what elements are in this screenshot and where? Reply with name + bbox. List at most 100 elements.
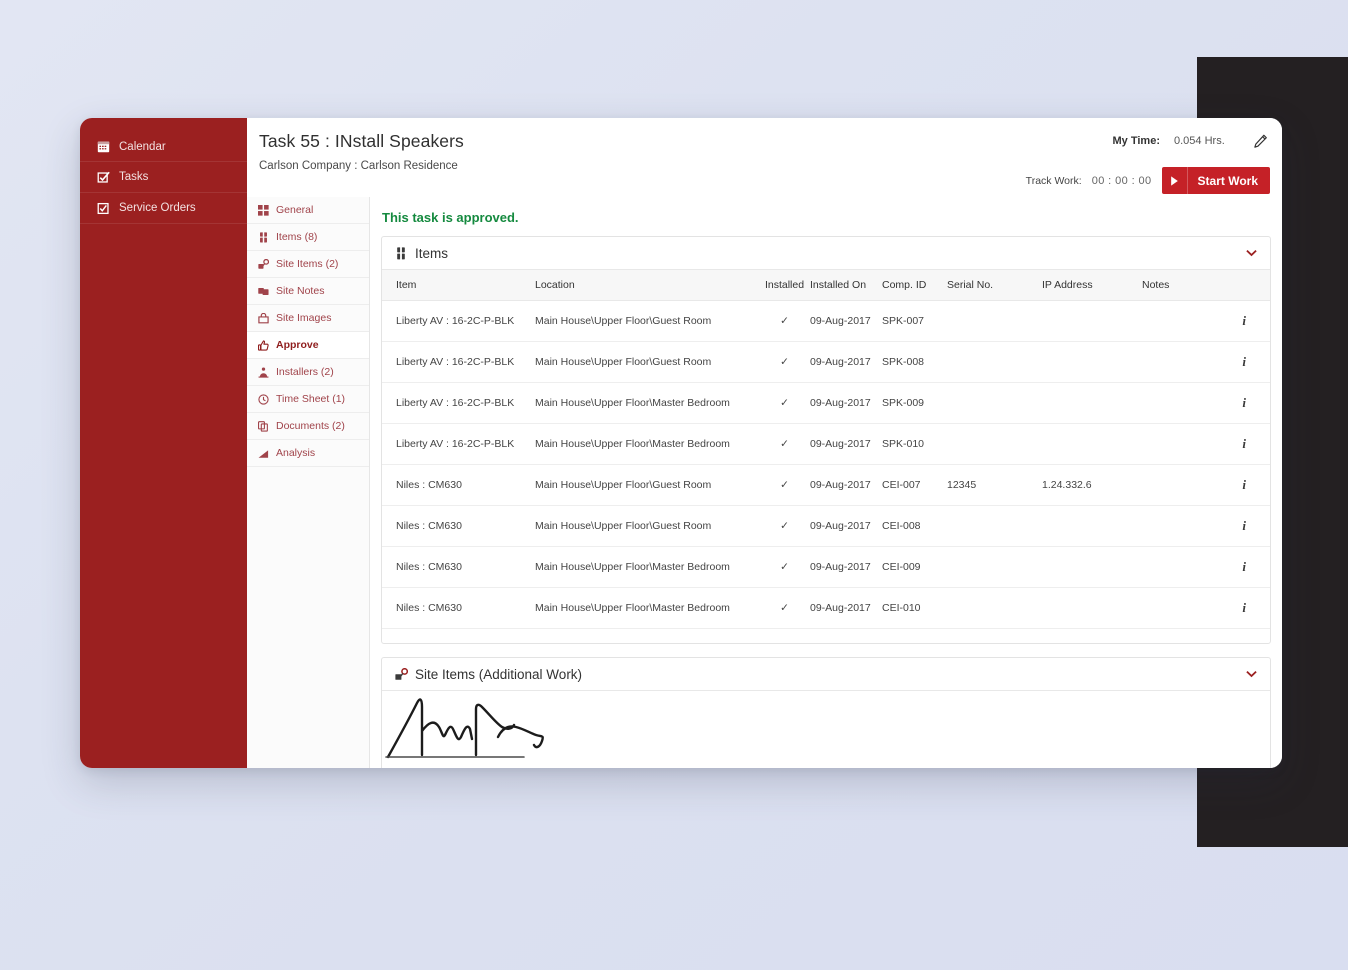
cell-serial-no — [947, 300, 1042, 342]
tab-general[interactable]: General — [247, 197, 369, 224]
cell-ip-address — [1042, 382, 1142, 424]
tab-approve[interactable]: Approve — [247, 332, 369, 359]
cell-ip-address — [1042, 587, 1142, 629]
table-row[interactable]: Niles : CM630 Main House\Upper Floor\Mas… — [382, 546, 1270, 588]
cell-location: Main House\Upper Floor\Guest Room — [535, 341, 763, 383]
sidebar-item-service-orders[interactable]: Service Orders — [80, 193, 247, 224]
info-icon[interactable]: i — [1242, 559, 1246, 574]
start-work-button[interactable]: Start Work — [1161, 167, 1270, 194]
cell-ip-address — [1042, 505, 1142, 547]
cell-serial-no — [947, 587, 1042, 629]
my-time-label: My Time: — [1112, 135, 1160, 147]
installer-icon — [258, 366, 269, 378]
cell-ip-address — [1042, 423, 1142, 465]
info-icon[interactable]: i — [1242, 354, 1246, 369]
sidebar-item-tasks[interactable]: Tasks — [80, 162, 247, 193]
cell-notes: i — [1142, 341, 1270, 383]
cell-installed-on: 09-Aug-2017 — [810, 300, 882, 342]
cell-comp-id: SPK-010 — [882, 423, 947, 465]
tab-site-notes[interactable]: Site Notes — [247, 278, 369, 305]
cell-installed: ✓ — [763, 300, 810, 342]
cell-notes: i — [1142, 382, 1270, 424]
table-row[interactable]: Liberty AV : 16-2C-P-BLK Main House\Uppe… — [382, 382, 1270, 424]
tab-site-items[interactable]: Site Items (2) — [247, 251, 369, 278]
tab-label: Site Items (2) — [276, 258, 339, 270]
grid-icon — [258, 204, 269, 216]
items-card: Items Item Location Installed Installed … — [381, 236, 1271, 644]
info-icon[interactable]: i — [1242, 600, 1246, 615]
cell-installed-on: 09-Aug-2017 — [810, 341, 882, 383]
cell-comp-id: CEI-009 — [882, 546, 947, 588]
cell-installed: ✓ — [763, 546, 810, 588]
info-icon[interactable]: i — [1242, 313, 1246, 328]
cell-item: Niles : CM630 — [382, 464, 535, 506]
col-item: Item — [382, 270, 535, 301]
cell-location: Main House\Upper Floor\Master Bedroom — [535, 382, 763, 424]
tab-label: General — [276, 204, 314, 216]
col-installed-on: Installed On — [810, 270, 882, 301]
track-work-row: Track Work: 00 : 00 : 00 Start Work — [1026, 167, 1270, 194]
cell-location: Main House\Upper Floor\Master Bedroom — [535, 423, 763, 465]
header-controls: My Time: 0.054 Hrs. Track Work: 00 : 00 … — [1026, 129, 1270, 194]
cell-installed-on: 09-Aug-2017 — [810, 423, 882, 465]
cell-item: Liberty AV : 16-2C-P-BLK — [382, 382, 535, 424]
tab-time-sheet[interactable]: Time Sheet (1) — [247, 386, 369, 413]
documents-icon — [258, 420, 269, 432]
table-row[interactable]: Liberty AV : 16-2C-P-BLK Main House\Uppe… — [382, 300, 1270, 342]
cell-notes: i — [1142, 546, 1270, 588]
sidebar-item-label: Calendar — [119, 140, 166, 153]
chevron-down-icon[interactable] — [1244, 246, 1258, 260]
cell-comp-id: SPK-009 — [882, 382, 947, 424]
info-icon[interactable]: i — [1242, 395, 1246, 410]
items-card-header[interactable]: Items — [382, 237, 1270, 270]
cell-installed: ✓ — [763, 341, 810, 383]
info-icon[interactable]: i — [1242, 477, 1246, 492]
track-work-label: Track Work: — [1025, 174, 1082, 187]
status-message: This task is approved. — [382, 210, 519, 225]
items-card-title: Items — [415, 245, 449, 261]
tab-site-images[interactable]: Site Images — [247, 305, 369, 332]
cell-location: Main House\Upper Floor\Master Bedroom — [535, 546, 763, 588]
cell-serial-no — [947, 546, 1042, 588]
pencil-icon[interactable] — [1250, 131, 1270, 151]
chevron-down-icon[interactable] — [1244, 667, 1258, 681]
table-row[interactable]: Liberty AV : 16-2C-P-BLK Main House\Uppe… — [382, 341, 1270, 383]
cell-item: Liberty AV : 16-2C-P-BLK — [382, 300, 535, 342]
site-items-card-title: Site Items (Additional Work) — [415, 666, 583, 682]
col-installed: Installed — [763, 270, 810, 301]
cell-location: Main House\Upper Floor\Master Bedroom — [535, 587, 763, 629]
info-icon[interactable]: i — [1242, 518, 1246, 533]
cell-installed-on: 09-Aug-2017 — [810, 464, 882, 506]
cell-installed-on: 09-Aug-2017 — [810, 382, 882, 424]
body-wrapper: General Items (8) Site Items (2) Site No… — [247, 197, 1282, 768]
tab-label: Site Images — [276, 312, 332, 324]
cell-installed: ✓ — [763, 464, 810, 506]
cell-serial-no — [947, 505, 1042, 547]
table-row[interactable]: Niles : CM630 Main House\Upper Floor\Gue… — [382, 505, 1270, 547]
tab-documents[interactable]: Documents (2) — [247, 413, 369, 440]
info-icon[interactable]: i — [1242, 436, 1246, 451]
table-row[interactable]: Niles : CM630 Main House\Upper Floor\Gue… — [382, 464, 1270, 506]
track-work-timer: 00 : 00 : 00 — [1091, 174, 1152, 187]
tab-analysis[interactable]: Analysis — [247, 440, 369, 467]
tab-installers[interactable]: Installers (2) — [247, 359, 369, 386]
cell-installed-on: 09-Aug-2017 — [810, 587, 882, 629]
col-serial-no: Serial No. — [947, 270, 1042, 301]
cell-serial-no — [947, 423, 1042, 465]
content-area: Task 55 : INstall Speakers Carlson Compa… — [247, 118, 1282, 768]
cell-location: Main House\Upper Floor\Guest Room — [535, 300, 763, 342]
cell-item: Niles : CM630 — [382, 546, 535, 588]
tab-items[interactable]: Items (8) — [247, 224, 369, 251]
cell-installed: ✓ — [763, 423, 810, 465]
table-row[interactable]: Liberty AV : 16-2C-P-BLK Main House\Uppe… — [382, 423, 1270, 465]
cell-location: Main House\Upper Floor\Guest Room — [535, 464, 763, 506]
app-window: Calendar Tasks Service Orders Task 55 : … — [80, 118, 1282, 768]
cell-installed-on: 09-Aug-2017 — [810, 546, 882, 588]
cell-comp-id: CEI-010 — [882, 587, 947, 629]
sidebar-item-calendar[interactable]: Calendar — [80, 131, 247, 162]
chart-icon — [258, 448, 269, 459]
site-items-card-header[interactable]: Site Items (Additional Work) — [382, 658, 1270, 691]
image-icon — [258, 312, 269, 324]
tab-label: Installers (2) — [276, 366, 334, 378]
table-row[interactable]: Niles : CM630 Main House\Upper Floor\Mas… — [382, 587, 1270, 629]
